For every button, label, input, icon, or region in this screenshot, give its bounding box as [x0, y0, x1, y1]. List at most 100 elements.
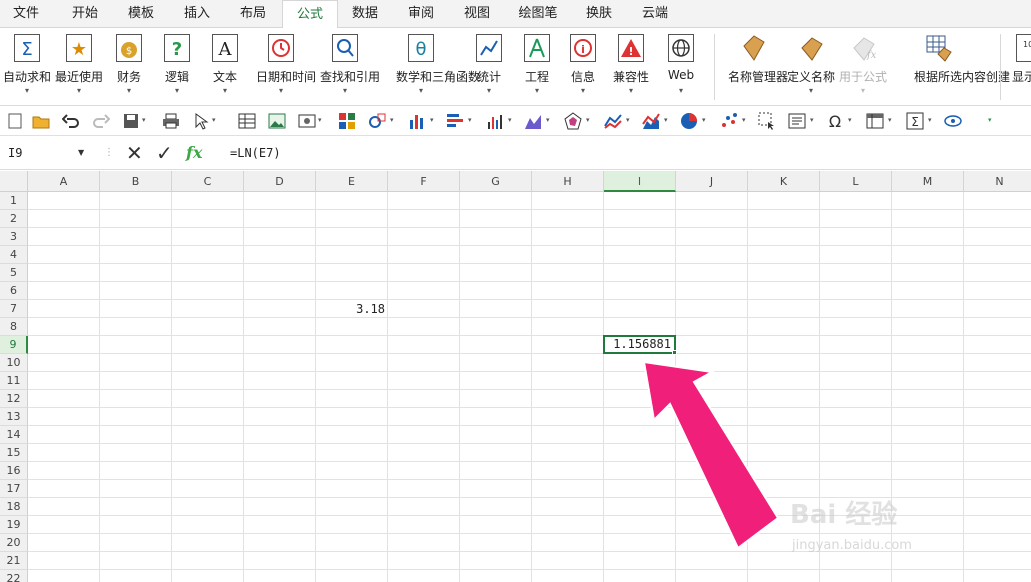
chevron-down-icon[interactable]: ▾ — [664, 116, 668, 124]
shapes-icon[interactable] — [338, 112, 356, 130]
column-header-m[interactable]: M — [892, 171, 964, 192]
tab-formula[interactable]: 公式 — [282, 0, 338, 29]
row-header-10[interactable]: 10 — [0, 354, 28, 372]
pie-chart-icon[interactable] — [680, 112, 698, 130]
chevron-down-icon[interactable]: ▾ — [546, 116, 550, 124]
chevron-down-icon[interactable]: ▾ — [848, 116, 852, 124]
row-header-8[interactable]: 8 — [0, 318, 28, 336]
row-header-13[interactable]: 13 — [0, 408, 28, 426]
cell-e7[interactable]: 3.18 — [316, 300, 388, 318]
row-header-17[interactable]: 17 — [0, 480, 28, 498]
table-icon[interactable] — [238, 112, 256, 130]
enter-icon[interactable]: ✓ — [156, 143, 176, 163]
row-header-20[interactable]: 20 — [0, 534, 28, 552]
column-header-k[interactable]: K — [748, 171, 820, 192]
chevron-down-icon[interactable]: ▾ — [318, 116, 322, 124]
row-header-6[interactable]: 6 — [0, 282, 28, 300]
select-all-corner[interactable] — [0, 171, 28, 192]
define-name-button[interactable]: 定义名称 ▾ — [787, 32, 835, 102]
info-button[interactable]: i 信息 ▾ — [570, 32, 596, 102]
row-header-21[interactable]: 21 — [0, 552, 28, 570]
column-header-i[interactable]: I — [604, 171, 676, 192]
math-button[interactable]: θ 数学和三角函数 ▾ — [396, 32, 480, 102]
tab-insert[interactable]: 插入 — [170, 0, 224, 28]
autosum-button[interactable]: Σ 自动求和 ▾ — [3, 32, 51, 102]
column-header-n[interactable]: N — [964, 171, 1031, 192]
combo-chart-icon[interactable] — [642, 112, 660, 130]
row-header-5[interactable]: 5 — [0, 264, 28, 282]
tab-data[interactable]: 数据 — [338, 0, 392, 28]
web-button[interactable]: Web ▾ — [668, 32, 694, 102]
bar-chart-icon[interactable] — [408, 112, 426, 130]
finance-button[interactable]: $ 财务 ▾ — [116, 32, 142, 102]
radar-chart-icon[interactable] — [564, 112, 582, 130]
row-header-2[interactable]: 2 — [0, 210, 28, 228]
sum-icon[interactable]: Σ — [906, 112, 924, 130]
name-box[interactable]: I9 — [8, 143, 98, 163]
tab-view[interactable]: 视图 — [450, 0, 504, 28]
row-header-15[interactable]: 15 — [0, 444, 28, 462]
compat-button[interactable]: ! 兼容性 ▾ — [613, 32, 649, 102]
chevron-down-icon[interactable]: ▾ — [586, 116, 590, 124]
row-header-11[interactable]: 11 — [0, 372, 28, 390]
chevron-down-icon[interactable]: ▾ — [212, 116, 216, 124]
insert-function-button[interactable]: fx — [186, 142, 202, 164]
shape-insert-icon[interactable] — [368, 112, 386, 130]
row-header-1[interactable]: 1 — [0, 192, 28, 210]
column-header-d[interactable]: D — [244, 171, 316, 192]
stats-button[interactable]: 统计 ▾ — [476, 32, 502, 102]
row-header-14[interactable]: 14 — [0, 426, 28, 444]
column-header-h[interactable]: H — [532, 171, 604, 192]
column-header-c[interactable]: C — [172, 171, 244, 192]
row-header-18[interactable]: 18 — [0, 498, 28, 516]
chevron-down-icon[interactable]: ▾ — [468, 116, 472, 124]
row-header-12[interactable]: 12 — [0, 390, 28, 408]
customize-toolbar-icon[interactable]: ▾ — [988, 116, 992, 124]
cell-i9[interactable]: 1.156881 — [603, 335, 676, 354]
chevron-down-icon[interactable]: ▾ — [810, 116, 814, 124]
redo-icon[interactable] — [92, 112, 110, 130]
select-data-icon[interactable] — [758, 112, 776, 130]
picture-icon[interactable] — [268, 112, 286, 130]
text-button[interactable]: A 文本 ▾ — [212, 32, 238, 102]
column-header-a[interactable]: A — [28, 171, 100, 192]
chevron-down-icon[interactable]: ▾ — [626, 116, 630, 124]
engineering-button[interactable]: 工程 ▾ — [524, 32, 550, 102]
row-header-7[interactable]: 7 — [0, 300, 28, 318]
undo-icon[interactable] — [62, 112, 80, 130]
scatter-chart-icon[interactable] — [720, 112, 738, 130]
save-icon[interactable] — [122, 112, 140, 130]
chevron-down-icon[interactable]: ▾ — [142, 116, 146, 124]
tab-review[interactable]: 审阅 — [394, 0, 448, 28]
lookup-button[interactable]: 查找和引用 ▾ — [320, 32, 380, 102]
line-chart-icon[interactable] — [604, 112, 622, 130]
name-manager-button[interactable]: 名称管理器 — [728, 32, 788, 102]
row-header-4[interactable]: 4 — [0, 246, 28, 264]
display-button[interactable]: 10 显示 — [1012, 32, 1031, 102]
row-header-9[interactable]: 9 — [0, 336, 28, 354]
pivot-icon[interactable] — [866, 112, 884, 130]
tab-draw[interactable]: 绘图笔 — [508, 0, 568, 28]
cancel-icon[interactable]: ✕ — [126, 143, 146, 163]
screenshot-icon[interactable] — [298, 112, 316, 130]
chevron-down-icon[interactable]: ▾ — [888, 116, 892, 124]
omega-icon[interactable]: Ω — [826, 112, 844, 130]
row-header-3[interactable]: 3 — [0, 228, 28, 246]
chevron-down-icon[interactable]: ▼ — [78, 143, 84, 163]
chevron-down-icon[interactable]: ▾ — [390, 116, 394, 124]
new-file-icon[interactable] — [6, 112, 24, 130]
tab-template[interactable]: 模板 — [114, 0, 168, 28]
chevron-down-icon[interactable]: ▾ — [508, 116, 512, 124]
tab-start[interactable]: 开始 — [58, 0, 112, 28]
area-chart-icon[interactable] — [524, 112, 542, 130]
textbox-icon[interactable] — [788, 112, 806, 130]
datetime-button[interactable]: 日期和时间 ▾ — [256, 32, 316, 102]
pointer-icon[interactable] — [192, 112, 210, 130]
row-header-22[interactable]: 22 — [0, 570, 28, 582]
logic-button[interactable]: ? 逻辑 ▾ — [164, 32, 190, 102]
column-header-j[interactable]: J — [676, 171, 748, 192]
create-from-selection-button[interactable]: 根据所选内容创建 — [914, 32, 1010, 102]
column-header-b[interactable]: B — [100, 171, 172, 192]
use-in-formula-button[interactable]: fx 用于公式 ▾ — [839, 32, 887, 102]
formula-input[interactable]: =LN(E7) — [230, 143, 281, 163]
